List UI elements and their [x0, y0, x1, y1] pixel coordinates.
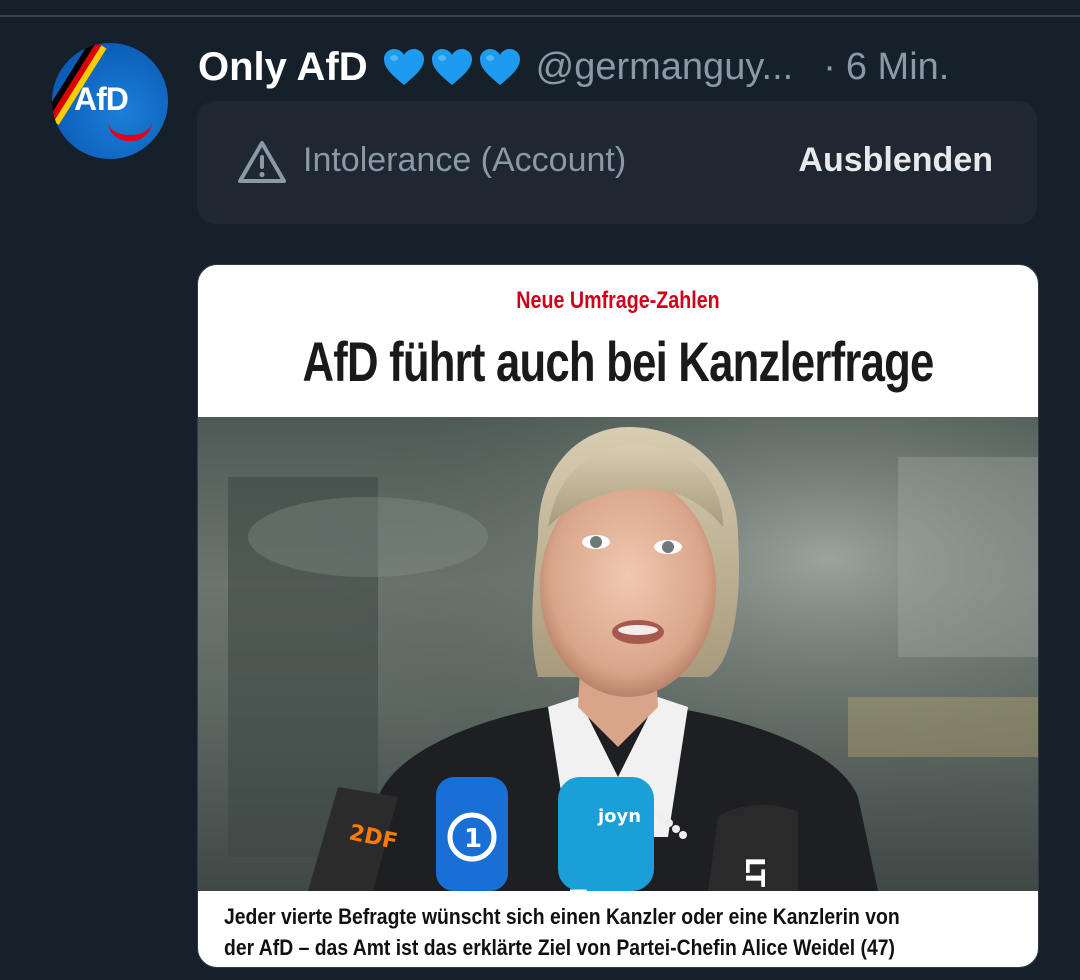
separator-dot: ·: [823, 45, 836, 88]
media-card[interactable]: Neue Umfrage-Zahlen AfD führt auch bei K…: [197, 264, 1039, 968]
svg-text:1: 1: [464, 824, 482, 854]
blue-hearts: [382, 47, 522, 87]
svg-text:LT: LT: [739, 857, 769, 887]
logo-swoosh-icon: [108, 121, 152, 141]
tweet[interactable]: AfD Only AfD @germanguy... · 6 Min. Into…: [0, 0, 1080, 980]
image-caption: Jeder vierte Befragte wünscht sich einen…: [224, 904, 900, 960]
timestamp[interactable]: 6 Min.: [846, 46, 949, 89]
blue-heart-icon: [431, 49, 472, 85]
article-headline: AfD führt auch bei Kanzlerfrage: [302, 330, 934, 393]
microphone-joyn-icon: joyn news: [558, 777, 654, 891]
microphone-welt-icon: LT: [708, 805, 798, 891]
warning-label: Intolerance (Account): [303, 141, 627, 179]
blue-heart-icon: [479, 49, 520, 85]
press-conference-photo: 2DF 1 joyn news LT: [198, 417, 1038, 891]
svg-text:news: news: [562, 887, 597, 891]
photo-illustration: 2DF 1 joyn news LT: [198, 417, 1038, 891]
avatar-logo-text: AfD: [74, 81, 129, 117]
article-kicker: Neue Umfrage-Zahlen: [516, 287, 720, 314]
tweet-header: Only AfD @germanguy... · 6 Min.: [198, 42, 1048, 92]
display-name[interactable]: Only AfD: [198, 45, 368, 90]
user-handle[interactable]: @germanguy...: [536, 46, 794, 89]
svg-text:joyn: joyn: [597, 806, 641, 827]
warning-triangle-icon: [238, 141, 286, 183]
hide-button[interactable]: Ausblenden: [798, 141, 993, 180]
blue-heart-icon: [383, 49, 424, 85]
avatar[interactable]: AfD: [52, 43, 168, 159]
microphone-ard-icon: 1: [436, 777, 508, 891]
content-warning: Intolerance (Account) Ausblenden: [197, 101, 1037, 224]
